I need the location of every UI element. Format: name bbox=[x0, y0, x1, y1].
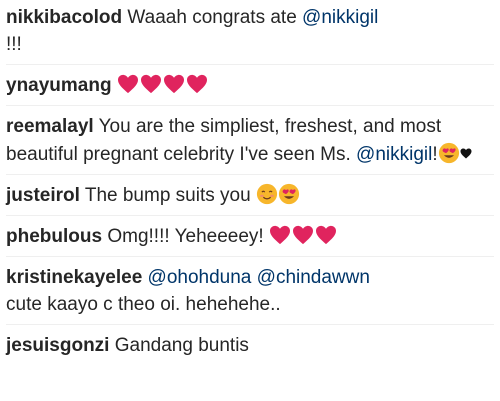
red-heart-icon bbox=[163, 74, 185, 94]
red-heart-icon bbox=[140, 74, 162, 94]
red-heart-icon bbox=[315, 225, 337, 245]
comment-username[interactable]: phebulous bbox=[6, 226, 102, 247]
comment-text: !!! bbox=[6, 34, 22, 55]
comment-text: cute kaayo c theo oi. hehehehe.. bbox=[6, 294, 281, 315]
red-heart-icon bbox=[269, 225, 291, 245]
comment-mention[interactable]: @ohohduna bbox=[148, 267, 252, 288]
comment-username[interactable]: ynayumang bbox=[6, 75, 112, 96]
heart-eyes-face-icon bbox=[438, 142, 460, 164]
red-heart-icon bbox=[117, 74, 139, 94]
comment-divider bbox=[6, 215, 494, 216]
black-heart-icon bbox=[460, 140, 472, 159]
smiling-face-icon bbox=[256, 183, 278, 205]
comment-mention[interactable]: @chindawwn bbox=[257, 267, 370, 288]
comment-username[interactable]: justeirol bbox=[6, 185, 80, 206]
comment-text: Waaah congrats ate bbox=[127, 7, 303, 28]
comment-divider bbox=[6, 174, 494, 175]
comment-username[interactable]: reemalayl bbox=[6, 116, 94, 137]
comment-text: Omg!!!! Yeheeeey! bbox=[107, 226, 264, 247]
comment-item: justeirol The bump suits you bbox=[6, 182, 500, 209]
comment-username[interactable]: nikkibacolod bbox=[6, 7, 122, 28]
comment-item: reemalayl You are the simpliest, freshes… bbox=[6, 113, 500, 168]
comment-item: kristinekayelee @ohohduna @chindawwn cut… bbox=[6, 264, 500, 318]
comment-username[interactable]: kristinekayelee bbox=[6, 267, 142, 288]
comment-item: nikkibacolod Waaah congrats ate @nikkigi… bbox=[6, 4, 500, 58]
comment-mention[interactable]: @nikkigil bbox=[302, 7, 378, 28]
comment-divider bbox=[6, 64, 494, 65]
comment-username[interactable]: jesuisgonzi bbox=[6, 335, 109, 356]
comment-text: Gandang buntis bbox=[114, 335, 249, 356]
comment-item: phebulous Omg!!!! Yeheeeey! bbox=[6, 223, 500, 250]
red-heart-icon bbox=[186, 74, 208, 94]
heart-eyes-face-icon bbox=[278, 183, 300, 205]
comment-text: The bump suits you bbox=[84, 185, 251, 206]
comment-item: jesuisgonzi Gandang buntis bbox=[6, 332, 500, 359]
comment-mention[interactable]: @nikkigil bbox=[356, 144, 432, 165]
comment-list: nikkibacolod Waaah congrats ate @nikkigi… bbox=[0, 0, 500, 401]
comment-divider bbox=[6, 324, 494, 325]
comment-divider bbox=[6, 105, 494, 106]
comment-item: ynayumang bbox=[6, 72, 500, 99]
red-heart-icon bbox=[292, 225, 314, 245]
comment-divider bbox=[6, 256, 494, 257]
